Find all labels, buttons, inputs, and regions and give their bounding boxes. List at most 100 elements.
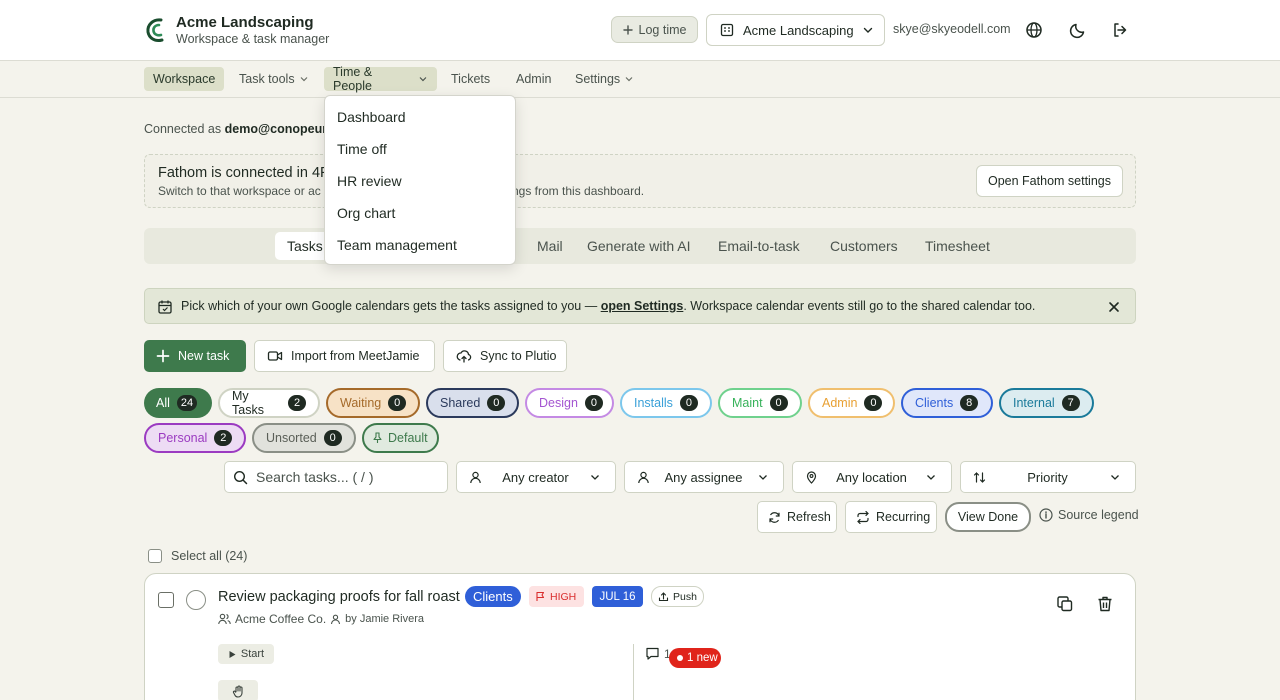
chip-unsorted[interactable]: Unsorted 0 <box>252 423 356 453</box>
due-date-badge: JUL 16 <box>592 586 643 607</box>
chip-label: Design <box>539 396 578 410</box>
plus-icon <box>156 349 170 363</box>
sync-plutio-label: Sync to Plutio <box>480 349 557 363</box>
chip-default[interactable]: Default <box>362 423 439 453</box>
creator-filter[interactable]: Any creator <box>456 461 616 493</box>
trash-icon[interactable] <box>1096 595 1114 613</box>
push-button[interactable]: Push <box>651 586 704 607</box>
brand-name: Acme Landscaping <box>176 14 314 31</box>
chip-internal[interactable]: Internal 7 <box>999 388 1094 418</box>
claim-task-button[interactable] <box>218 680 258 700</box>
menu-item-dashboard[interactable]: Dashboard <box>325 101 515 133</box>
nav-tickets-label: Tickets <box>451 72 491 86</box>
view-done-button[interactable]: View Done <box>945 502 1031 532</box>
chip-count: 0 <box>769 395 788 411</box>
sync-plutio-button[interactable]: Sync to Plutio <box>443 340 567 372</box>
location-filter[interactable]: Any location <box>792 461 952 493</box>
nav-settings[interactable]: Settings <box>566 67 643 91</box>
menu-item-team-management[interactable]: Team management <box>325 229 515 261</box>
flag-icon <box>536 591 545 601</box>
nav-tickets[interactable]: Tickets <box>442 67 499 91</box>
logout-icon[interactable] <box>1110 20 1130 40</box>
nav-admin-label: Admin <box>516 72 552 86</box>
task-complete-toggle[interactable] <box>186 590 206 610</box>
chip-count: 0 <box>323 430 342 446</box>
chip-count: 0 <box>388 395 407 411</box>
chip-count: 2 <box>214 430 233 446</box>
task-select-checkbox[interactable] <box>158 592 174 608</box>
source-legend[interactable]: Source legend <box>1039 508 1139 522</box>
refresh-icon <box>769 511 780 523</box>
menu-item-time-off[interactable]: Time off <box>325 133 515 165</box>
start-timer-button[interactable]: Start <box>218 644 274 664</box>
log-time-button[interactable]: Log time <box>611 16 698 43</box>
chip-installs[interactable]: Installs 0 <box>620 388 712 418</box>
copy-icon[interactable] <box>1056 595 1074 613</box>
tab-customers[interactable]: Customers <box>818 232 910 260</box>
users-icon <box>218 613 231 625</box>
chip-label: Shared <box>440 396 481 410</box>
search-field[interactable] <box>224 461 448 493</box>
chip-maint[interactable]: Maint 0 <box>718 388 802 418</box>
nav-task-tools-label: Task tools <box>239 72 295 86</box>
refresh-button[interactable]: Refresh <box>757 501 837 533</box>
task-title[interactable]: Review packaging proofs for fall roast <box>218 589 460 605</box>
fathom-subtitle-right: tings from this dashboard. <box>506 184 645 198</box>
chevron-down-icon <box>863 27 873 33</box>
nav-admin[interactable]: Admin <box>507 67 560 91</box>
user-icon <box>638 471 649 483</box>
menu-item-hr-review[interactable]: HR review <box>325 165 515 197</box>
open-settings-link[interactable]: open Settings <box>601 299 684 313</box>
open-fathom-settings-button[interactable]: Open Fathom settings <box>976 165 1123 197</box>
chip-my-tasks[interactable]: My Tasks 2 <box>218 388 320 418</box>
user-email: skye@skyeodell.com <box>893 22 1011 36</box>
globe-icon[interactable] <box>1024 20 1044 40</box>
workspace-select[interactable]: Acme Landscaping <box>706 14 885 46</box>
sort-select[interactable]: Priority <box>960 461 1136 493</box>
task-client: Acme Coffee Co. <box>235 612 327 626</box>
select-all-checkbox[interactable] <box>148 549 162 563</box>
nav-time-people[interactable]: Time & People <box>324 65 437 93</box>
recurring-button[interactable]: Recurring <box>845 501 937 533</box>
view-done-label: View Done <box>957 510 1019 524</box>
chip-personal[interactable]: Personal 2 <box>144 423 246 453</box>
search-input[interactable] <box>256 469 436 485</box>
chip-clients[interactable]: Clients 8 <box>901 388 993 418</box>
moon-icon[interactable] <box>1068 20 1088 40</box>
chip-label: Clients <box>915 396 954 410</box>
tab-mail[interactable]: Mail <box>525 232 575 260</box>
chip-label: My Tasks <box>232 389 264 417</box>
select-all[interactable]: Select all (24) <box>148 549 247 563</box>
close-icon[interactable] <box>1108 301 1120 313</box>
task-card[interactable]: Review packaging proofs for fall roast C… <box>144 573 1136 700</box>
calendar-banner: Pick which of your own Google calendars … <box>144 288 1136 324</box>
chip-waiting[interactable]: Waiting 0 <box>326 388 420 418</box>
import-meetjamie-button[interactable]: Import from MeetJamie <box>254 340 435 372</box>
connection-account: demo@conopeum <box>224 122 334 136</box>
section-tabs: Tasks Mail Generate with AI Email-to-tas… <box>144 228 1136 264</box>
chevron-down-icon <box>300 77 308 82</box>
brand-logo-icon <box>146 18 164 42</box>
assignee-filter[interactable]: Any assignee <box>624 461 784 493</box>
chip-label: Internal <box>1013 396 1055 410</box>
chip-shared[interactable]: Shared 0 <box>426 388 519 418</box>
menu-item-org-chart[interactable]: Org chart <box>325 197 515 229</box>
nav-workspace[interactable]: Workspace <box>144 67 225 91</box>
tab-email-to-task[interactable]: Email-to-task <box>706 232 812 260</box>
main-nav: Workspace Task tools Time & People Ticke… <box>0 61 1280 98</box>
tab-timesheet[interactable]: Timesheet <box>913 232 1002 260</box>
new-task-button[interactable]: New task <box>144 340 246 372</box>
comments-indicator[interactable]: 1 <box>645 646 671 661</box>
chip-count: 2 <box>288 395 306 411</box>
tab-generate-ai[interactable]: Generate with AI <box>575 232 703 260</box>
chip-design[interactable]: Design 0 <box>525 388 614 418</box>
tab-generate-ai-label: Generate with AI <box>587 238 691 254</box>
nav-task-tools[interactable]: Task tools <box>230 67 318 91</box>
comment-icon <box>646 647 659 660</box>
chip-count: 7 <box>1061 395 1080 411</box>
map-pin-icon <box>806 470 817 484</box>
chevron-down-icon <box>419 77 427 82</box>
open-fathom-settings-label: Open Fathom settings <box>988 174 1111 188</box>
chip-admin[interactable]: Admin 0 <box>808 388 895 418</box>
chip-all[interactable]: All 24 <box>144 388 212 418</box>
